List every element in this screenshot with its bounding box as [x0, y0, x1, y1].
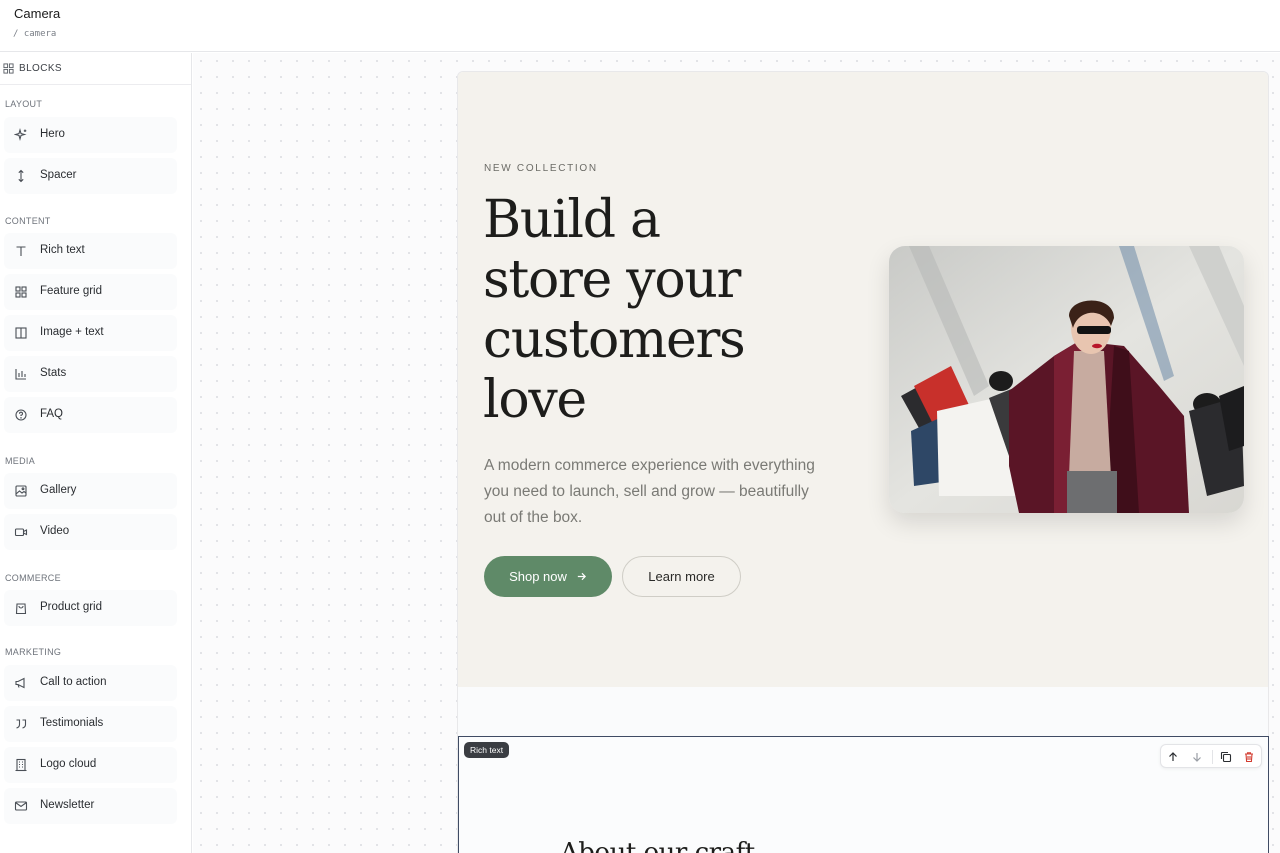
- arrow-right-icon: [577, 572, 586, 581]
- help-circle-icon: [15, 409, 27, 421]
- learn-more-button[interactable]: Learn more: [622, 556, 741, 597]
- woman-with-shopping-bags-photo: [889, 246, 1244, 513]
- block-item-label: Call to action: [40, 676, 107, 688]
- block-item-call-to-action[interactable]: Call to action: [4, 665, 177, 701]
- block-item-rich-text[interactable]: Rich text: [4, 233, 177, 269]
- shopping-bag-icon: [15, 603, 27, 615]
- hero-block[interactable]: NEW COLLECTION Build a store your custom…: [458, 72, 1268, 687]
- blocks-icon: [3, 63, 14, 74]
- blocks-header-label: BLOCKS: [19, 63, 62, 74]
- page-title: Camera: [14, 6, 61, 21]
- video-icon: [14, 528, 28, 537]
- spacer-block[interactable]: [458, 687, 1268, 737]
- toolbar-divider: [1212, 750, 1213, 764]
- move-down-button[interactable]: [1189, 749, 1205, 765]
- block-item-label: Gallery: [40, 484, 77, 496]
- block-toolbar: [1160, 744, 1262, 768]
- vertical-arrows-icon: [18, 169, 24, 183]
- mail-icon: [14, 801, 28, 811]
- block-item-newsletter[interactable]: Newsletter: [4, 788, 177, 824]
- group-label-content: CONTENT: [5, 216, 51, 226]
- duplicate-button[interactable]: [1218, 749, 1234, 765]
- sparkles-icon: [14, 128, 27, 142]
- group-label-marketing: MARKETING: [5, 647, 62, 657]
- block-item-logo-cloud[interactable]: Logo cloud: [4, 747, 177, 783]
- arrow-up-icon: [1169, 752, 1177, 761]
- group-label-media: MEDIA: [5, 456, 36, 466]
- block-item-gallery[interactable]: Gallery: [4, 473, 177, 509]
- shop-now-button[interactable]: Shop now: [484, 556, 612, 597]
- block-item-label: Stats: [40, 367, 67, 379]
- block-item-feature-grid[interactable]: Feature grid: [4, 274, 177, 310]
- group-label-layout: LAYOUT: [5, 99, 43, 109]
- hero-eyebrow: NEW COLLECTION: [484, 163, 598, 174]
- page-path: / camera: [13, 29, 57, 39]
- block-item-label: Hero: [40, 128, 65, 140]
- group-label-commerce: COMMERCE: [5, 573, 61, 583]
- rich-text-heading-peek: About our craft: [560, 838, 755, 853]
- gallery-icon: [15, 485, 27, 497]
- block-item-hero[interactable]: Hero: [4, 117, 177, 153]
- headline-line: store your: [483, 250, 741, 310]
- move-up-button[interactable]: [1165, 749, 1181, 765]
- block-item-product-grid[interactable]: Product grid: [4, 590, 177, 626]
- bar-chart-icon: [15, 369, 26, 380]
- block-item-image-text[interactable]: Image + text: [4, 315, 177, 351]
- headline-line: Build a: [483, 190, 661, 250]
- learn-more-label: Learn more: [648, 569, 715, 584]
- blocks-header: BLOCKS: [0, 53, 191, 85]
- block-type-tag: Rich text: [464, 742, 510, 758]
- block-item-label: Logo cloud: [40, 758, 97, 770]
- arrow-down-icon: [1193, 753, 1201, 762]
- shop-now-label: Shop now: [509, 569, 567, 584]
- block-item-label: Spacer: [40, 169, 77, 181]
- grid-icon: [15, 286, 27, 298]
- headline-line: love: [483, 370, 587, 430]
- block-item-label: FAQ: [40, 408, 64, 420]
- columns-icon: [15, 327, 27, 339]
- block-item-label: Product grid: [40, 601, 103, 613]
- duplicate-icon: [1220, 751, 1232, 763]
- headline-line: customers: [483, 310, 746, 370]
- block-item-label: Image + text: [40, 326, 104, 338]
- block-item-faq[interactable]: FAQ: [4, 397, 177, 433]
- megaphone-icon: [15, 677, 25, 689]
- hero-headline: Build a store your customers love: [483, 190, 813, 430]
- hero-subtext: A modern commerce experience with everyt…: [484, 457, 815, 526]
- block-item-video[interactable]: Video: [4, 514, 177, 550]
- block-item-label: Feature grid: [40, 285, 103, 297]
- block-item-label: Newsletter: [40, 799, 95, 811]
- hero-image: [889, 246, 1244, 513]
- block-item-testimonials[interactable]: Testimonials: [4, 706, 177, 742]
- blocks-sidebar: BLOCKS LAYOUT Hero Spacer CONTENT Rich t…: [0, 53, 192, 853]
- delete-button[interactable]: [1241, 749, 1257, 765]
- top-bar: Camera / camera: [0, 0, 1280, 52]
- block-item-label: Testimonials: [40, 717, 104, 729]
- trash-icon: [1245, 752, 1253, 763]
- quote-icon: [16, 719, 27, 729]
- block-item-stats[interactable]: Stats: [4, 356, 177, 392]
- building-icon: [15, 758, 27, 772]
- block-item-label: Video: [40, 525, 70, 537]
- selected-rich-text-block[interactable]: [458, 736, 1269, 853]
- type-icon: [16, 246, 26, 256]
- block-item-spacer[interactable]: Spacer: [4, 158, 177, 194]
- block-item-label: Rich text: [40, 244, 85, 256]
